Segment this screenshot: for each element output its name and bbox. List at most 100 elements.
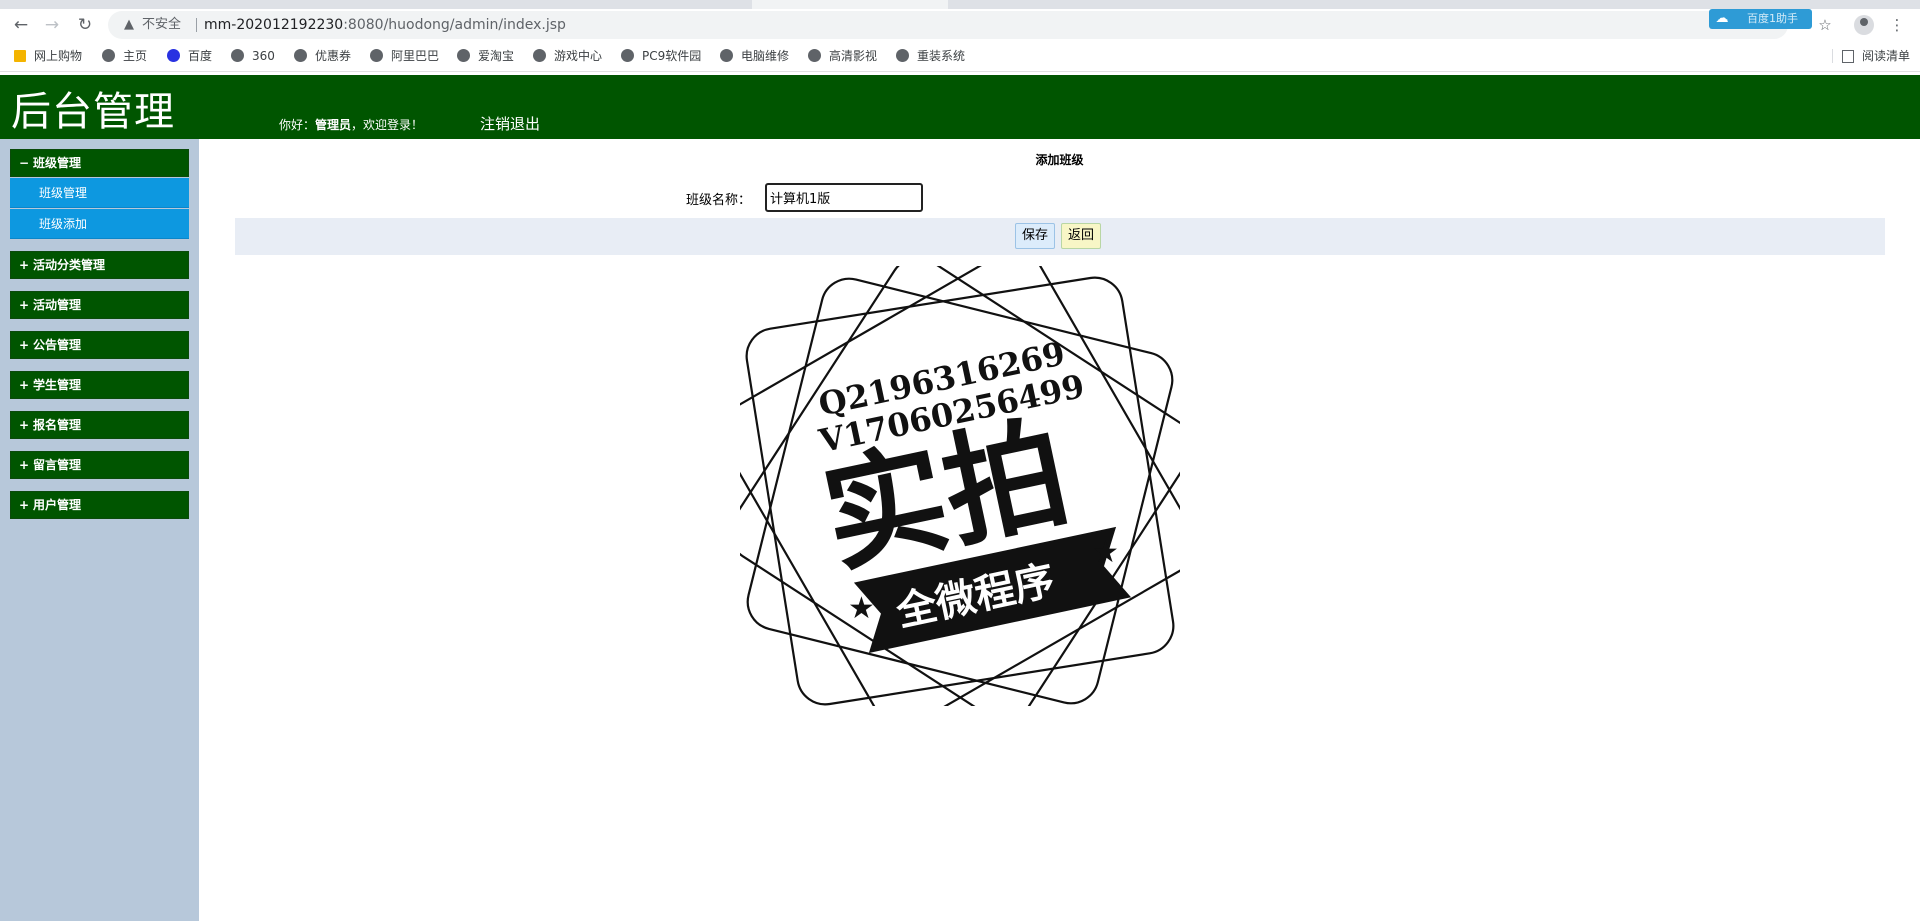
globe-icon: [370, 49, 383, 62]
star-icon: ★: [848, 591, 875, 626]
more-menu-icon[interactable]: ⋮: [1885, 13, 1909, 37]
globe-icon: [720, 49, 733, 62]
bookmark-item[interactable]: 百度: [167, 41, 212, 71]
globe-icon: [294, 49, 307, 62]
url-host: mm-202012192230: [204, 17, 344, 33]
bookmark-star-icon[interactable]: ☆: [1813, 13, 1837, 37]
bookmark-item[interactable]: 阿里巴巴: [370, 41, 439, 71]
reading-list-button[interactable]: 阅读清单: [1831, 41, 1910, 71]
menu-group-label: 学生管理: [33, 378, 82, 392]
watermark-stamp: Q2196316269 V17060256499 实拍 全微程序 ★ ★: [740, 266, 1180, 706]
menu-group-activity-category[interactable]: + 活动分类管理: [10, 251, 189, 279]
address-divider: [196, 18, 197, 32]
menu-group-label: 公告管理: [33, 338, 82, 352]
form-button-bar: 保存 返回: [235, 218, 1885, 255]
bookmark-label: 阿里巴巴: [391, 49, 440, 63]
expand-icon: +: [19, 258, 30, 272]
bookmark-item[interactable]: 主页: [102, 41, 147, 71]
bookmark-label: 重装系统: [917, 49, 966, 63]
folder-icon: [14, 50, 26, 62]
submenu-class-manage[interactable]: 班级管理: [10, 178, 189, 208]
extension-label: 百度1助手: [1747, 12, 1798, 25]
star-icon: ★: [1092, 535, 1119, 570]
url-text[interactable]: mm-202012192230:8080/huodong/admin/index…: [204, 11, 566, 39]
bookmark-label: 网上购物: [34, 49, 83, 63]
expand-icon: +: [19, 498, 30, 512]
sidebar: − 班级管理 班级管理 班级添加 + 活动分类管理 + 活动管理 + 公告管理 + 学生管…: [0, 139, 199, 921]
globe-icon: [231, 49, 244, 62]
menu-group-label: 活动分类管理: [33, 258, 106, 272]
back-button[interactable]: 返回: [1061, 223, 1102, 249]
submenu-class-add[interactable]: 班级添加: [10, 209, 189, 239]
menu-group-message[interactable]: + 留言管理: [10, 451, 189, 479]
menu-group-label: 报名管理: [33, 418, 82, 432]
save-button[interactable]: 保存: [1015, 223, 1056, 249]
menu-group-label: 留言管理: [33, 458, 82, 472]
address-bar[interactable]: ▲ 不安全 mm-202012192230:8080/huodong/admin…: [108, 11, 1788, 39]
bookmark-item[interactable]: 网上购物: [14, 41, 82, 71]
bookmarks-bar: 网上购物 主页 百度 360 优惠券 阿里巴巴 爱淘宝 游戏中心 PC9软件园 …: [0, 41, 1920, 72]
menu-group-label: 用户管理: [33, 498, 82, 512]
bookmark-item[interactable]: 电脑维修: [720, 41, 789, 71]
bookmark-label: 360: [252, 49, 275, 63]
bookmark-item[interactable]: 360: [231, 41, 275, 71]
profile-avatar-icon[interactable]: [1854, 15, 1874, 35]
menu-group-user[interactable]: + 用户管理: [10, 491, 189, 519]
expand-icon: +: [19, 338, 30, 352]
menu-group-student[interactable]: + 学生管理: [10, 371, 189, 399]
menu-group-notice[interactable]: + 公告管理: [10, 331, 189, 359]
reading-list-label: 阅读清单: [1861, 49, 1910, 63]
class-name-label: 班级名称：: [686, 193, 752, 208]
menu-group-label: 班级管理: [33, 156, 82, 170]
globe-icon: [621, 49, 634, 62]
form-title: 添加班级: [1035, 153, 1084, 167]
user-name: 管理员: [315, 118, 352, 132]
menu-group-class[interactable]: − 班级管理: [10, 149, 189, 177]
expand-icon: +: [19, 378, 30, 392]
class-name-input[interactable]: [765, 183, 923, 212]
greeting: 你好：管理员，欢迎登录！: [279, 116, 423, 133]
bookmark-item[interactable]: 游戏中心: [533, 41, 602, 71]
tab-strip: [0, 0, 1920, 9]
bookmark-label: PC9软件园: [642, 49, 702, 63]
expand-icon: +: [19, 458, 30, 472]
forward-icon[interactable]: →: [40, 13, 64, 37]
bookmark-item[interactable]: 高清影视: [808, 41, 877, 71]
bookmark-item[interactable]: 重装系统: [896, 41, 965, 71]
bookmark-label: 高清影视: [829, 49, 878, 63]
bookmark-item[interactable]: 爱淘宝: [457, 41, 514, 71]
bookmark-divider: [1831, 49, 1833, 63]
cloud-icon: ☁: [1715, 11, 1729, 26]
security-status: 不安全: [142, 17, 182, 32]
bookmark-item[interactable]: PC9软件园: [621, 41, 701, 71]
reload-icon[interactable]: ↻: [73, 13, 97, 37]
app-header: 后台管理 你好：管理员，欢迎登录！ 注销退出: [0, 75, 1920, 139]
logout-link[interactable]: 注销退出: [480, 113, 540, 134]
greeting-prefix: 你好：: [279, 118, 316, 132]
warning-icon: ▲: [124, 17, 134, 32]
active-tab[interactable]: [752, 0, 948, 9]
bookmark-label: 游戏中心: [554, 49, 603, 63]
collapse-icon: −: [19, 156, 30, 170]
app-title: 后台管理: [11, 89, 175, 135]
menu-group-label: 活动管理: [33, 298, 82, 312]
reading-list-icon: [1841, 50, 1854, 63]
globe-icon: [533, 49, 546, 62]
expand-icon: +: [19, 298, 30, 312]
globe-icon: [457, 49, 470, 62]
bookmark-label: 主页: [123, 49, 148, 63]
bookmark-item[interactable]: 优惠券: [294, 41, 351, 71]
bookmark-label: 优惠券: [315, 49, 352, 63]
globe-icon: [102, 49, 115, 62]
menu-group-signup[interactable]: + 报名管理: [10, 411, 189, 439]
back-icon[interactable]: ←: [9, 13, 33, 37]
bookmark-label: 百度: [188, 49, 213, 63]
browser-toolbar: ← → ↻ ▲ 不安全 mm-202012192230:8080/huodong…: [0, 9, 1920, 41]
expand-icon: +: [19, 418, 30, 432]
greeting-suffix: ，欢迎登录！: [351, 118, 424, 132]
baidu-extension-badge[interactable]: ☁ 百度1助手: [1709, 9, 1812, 29]
bookmark-label: 电脑维修: [741, 49, 790, 63]
menu-group-activity[interactable]: + 活动管理: [10, 291, 189, 319]
baidu-icon: [167, 49, 180, 62]
globe-icon: [896, 49, 909, 62]
